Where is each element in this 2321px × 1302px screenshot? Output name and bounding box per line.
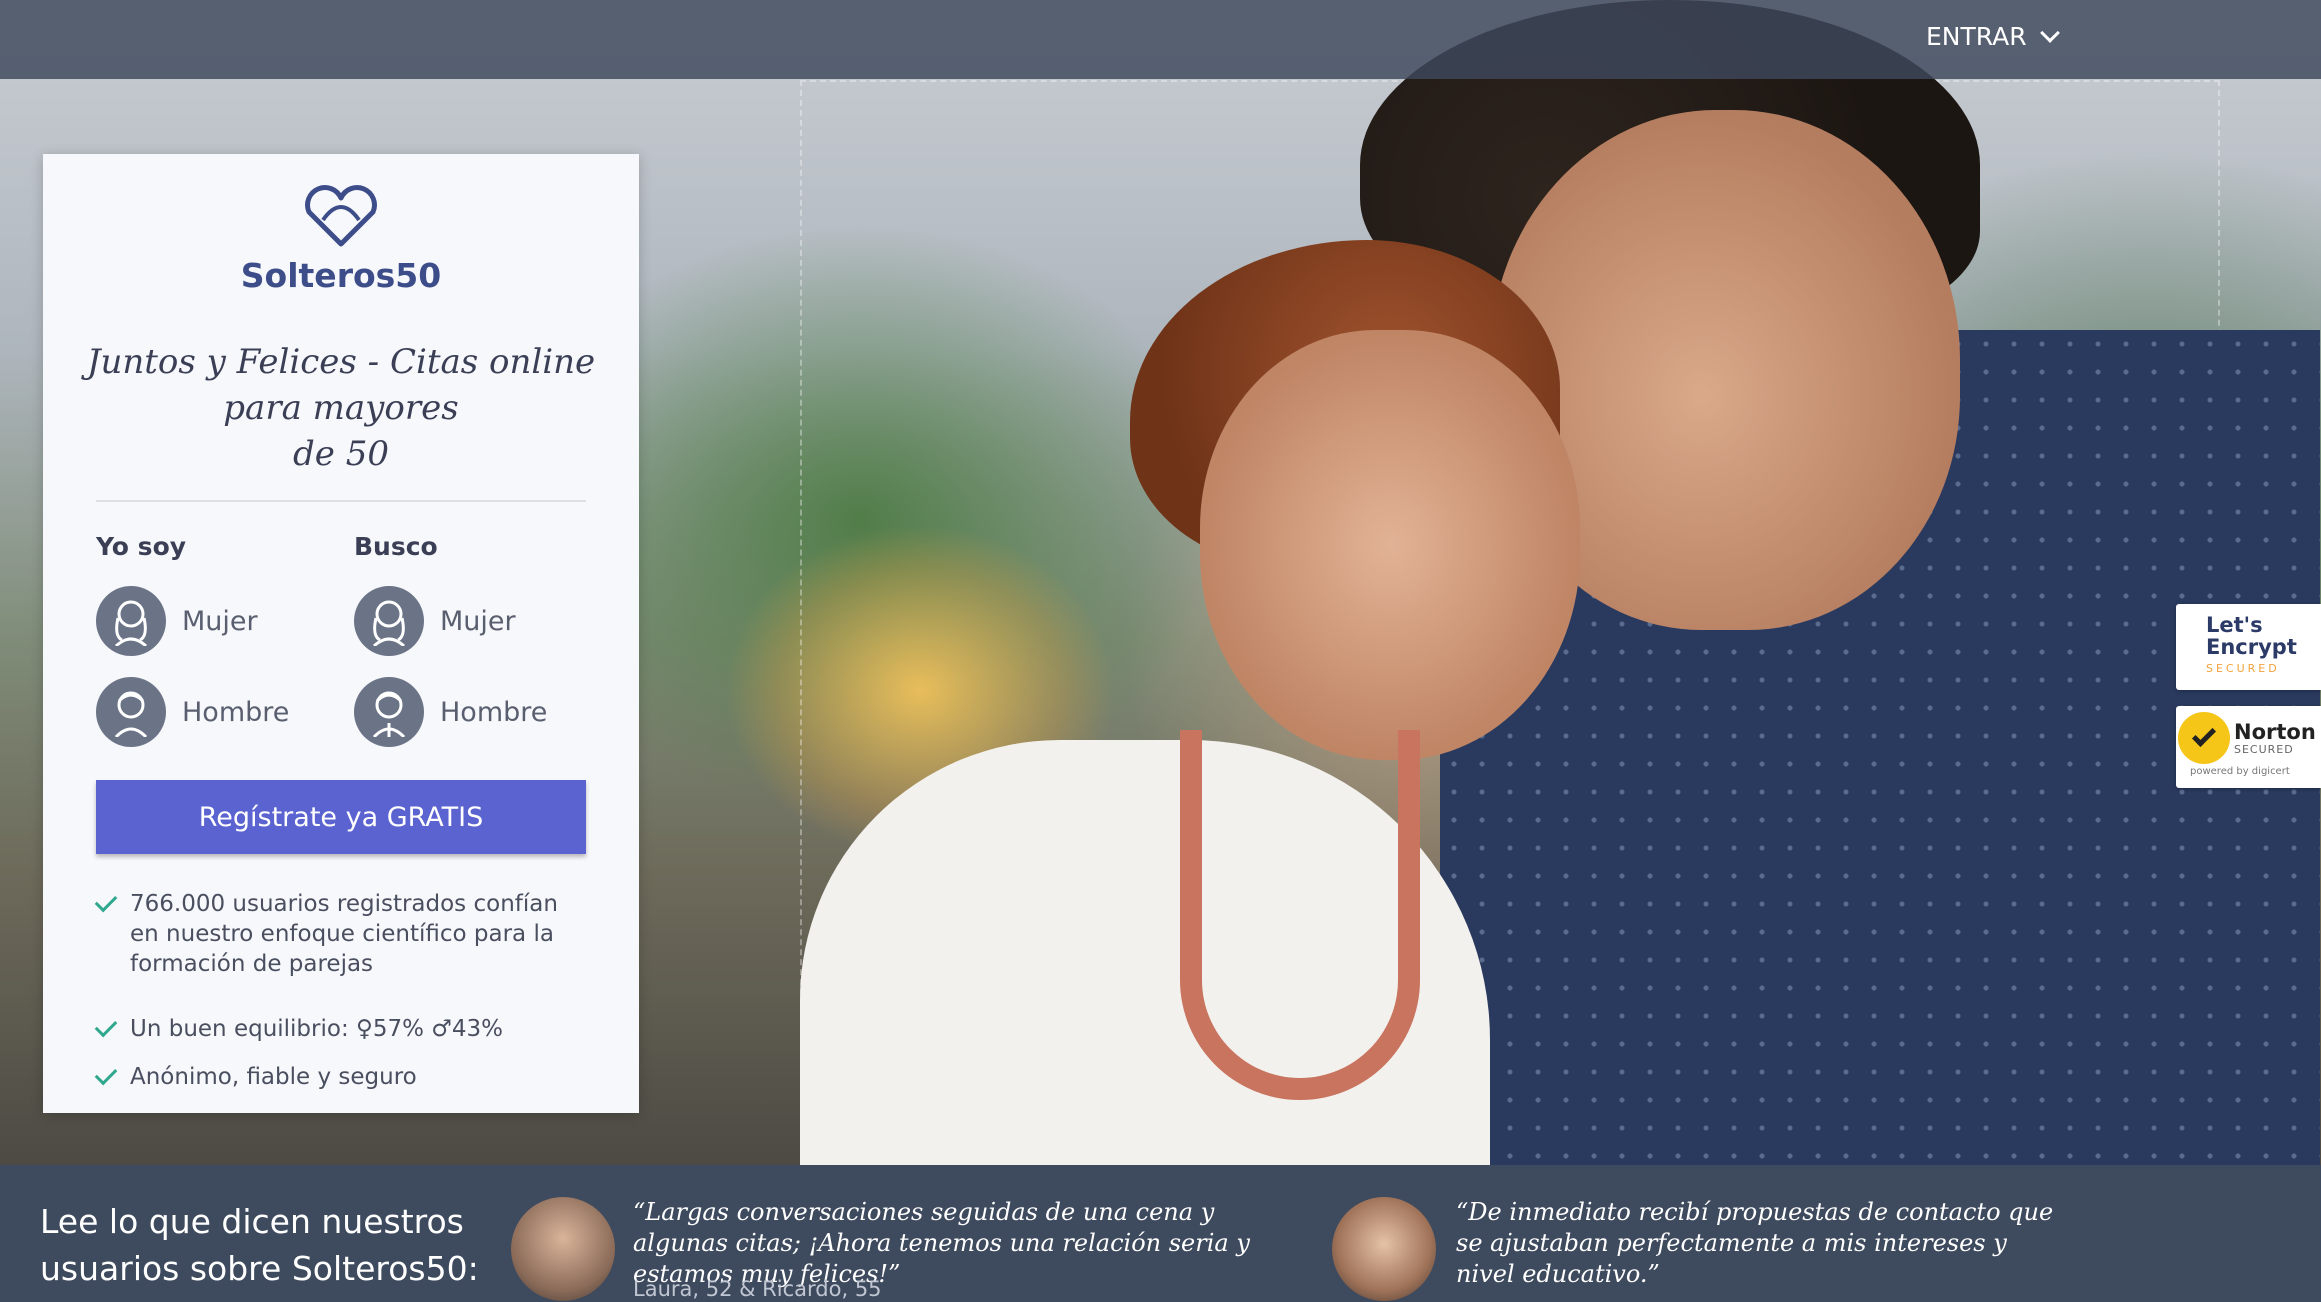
brand-name: Solteros50 [240,256,442,295]
man-avatar-icon[interactable] [96,677,166,747]
norton-powered: powered by digicert [2190,766,2290,777]
man-avatar-icon[interactable] [354,677,424,747]
benefit-text: Anónimo, fiable y seguro [130,1064,417,1090]
letsencrypt-badge[interactable]: Let's Encrypt SECURED [2176,604,2321,690]
i-am-label: Yo soy [96,532,187,561]
testimonial-avatar [511,1197,615,1301]
signup-card: Solteros50 Juntos y Felices - Citas onli… [43,154,639,1113]
seeking-woman-option[interactable]: Mujer [354,586,516,656]
tagline-line-3: de 50 [293,434,389,474]
tagline: Juntos y Felices - Citas online para may… [83,339,599,477]
norton-check-icon [2178,712,2230,764]
norton-title: Norton [2234,719,2316,744]
seeking-man-option[interactable]: Hombre [354,677,547,747]
testimonial-quote: “De inmediato recibí propuestas de conta… [1456,1198,2054,1288]
i-am-man-option[interactable]: Hombre [96,677,289,747]
testimonials-bar: Lee lo que dicen nuestros usuarios sobre… [0,1165,2321,1302]
top-bar: ENTRAR [0,0,2321,79]
divider [96,500,586,502]
benefit-item: 766.000 usuarios registrados confían en … [94,889,586,979]
option-label[interactable]: Mujer [182,606,258,637]
testimonial-avatar [1332,1197,1436,1301]
option-label[interactable]: Hombre [440,697,547,728]
letsencrypt-sub: SECURED [2206,662,2280,675]
woman-avatar-icon[interactable] [96,586,166,656]
chevron-down-icon[interactable] [2039,22,2060,43]
brand-logo[interactable]: Solteros50 [43,184,639,295]
check-icon [94,1062,118,1086]
check-icon [94,1014,118,1038]
benefit-item: Anónimo, fiable y seguro [94,1062,586,1092]
hero-photo-necklace [1180,730,1420,1100]
norton-sub: SECURED [2234,742,2294,756]
testimonial-author: Laura, 52 & Ricardo, 55 [633,1277,882,1301]
hero-photo-woman-face [1200,330,1580,760]
option-label[interactable]: Mujer [440,606,516,637]
register-free-button[interactable]: Regístrate ya GRATIS [96,780,586,854]
benefit-text: 766.000 usuarios registrados confían en … [130,891,558,977]
testimonials-heading: Lee lo que dicen nuestros usuarios sobre… [40,1202,479,1288]
woman-avatar-icon[interactable] [354,586,424,656]
i-am-woman-option[interactable]: Mujer [96,586,258,656]
option-label[interactable]: Hombre [182,697,289,728]
benefit-item: Un buen equilibrio: ♀57% ♂43% [94,1014,586,1044]
benefit-text: Un buen equilibrio: ♀57% ♂43% [130,1016,504,1042]
letsencrypt-title: Let's Encrypt [2206,613,2297,659]
tagline-line-2: para mayores [223,388,459,428]
seeking-label: Busco [354,532,438,561]
norton-badge[interactable]: Norton SECURED powered by digicert [2176,706,2321,788]
heart-logo-icon [305,185,377,247]
login-menu[interactable]: ENTRAR [1926,22,2060,51]
tagline-line-1: Juntos y Felices - Citas online [86,342,596,382]
check-icon [94,889,118,913]
login-label[interactable]: ENTRAR [1926,22,2027,51]
